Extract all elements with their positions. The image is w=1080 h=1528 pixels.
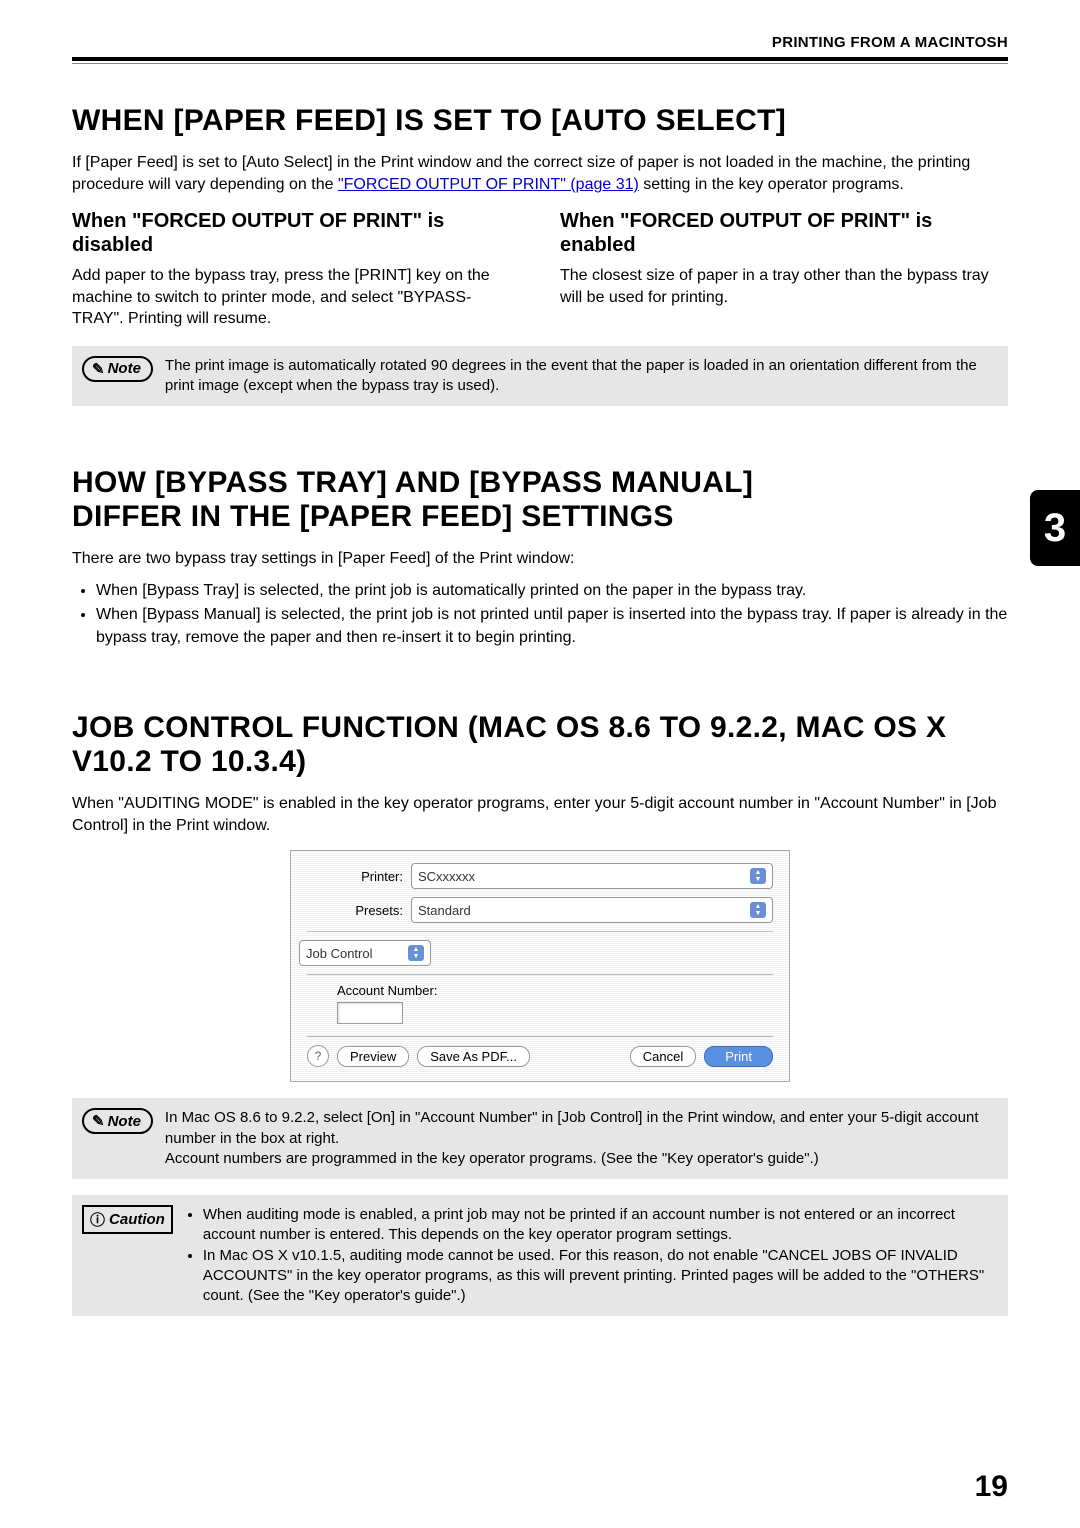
presets-row: Presets: Standard ▲▼: [307, 897, 773, 923]
rule-thin: [72, 63, 1008, 64]
section2-bullets: When [Bypass Tray] is selected, the prin…: [72, 580, 1008, 649]
note-box-1: ✎Note The print image is automatically r…: [72, 346, 1008, 407]
col-right-body: The closest size of paper in a tray othe…: [560, 265, 1008, 308]
printer-row: Printer: SCxxxxxx ▲▼: [307, 863, 773, 889]
account-number-label: Account Number:: [337, 983, 773, 998]
panel-value: Job Control: [306, 946, 372, 961]
page-header: PRINTING FROM A MACINTOSH: [72, 34, 1008, 57]
presets-label: Presets:: [307, 903, 403, 918]
note-box-2: ✎Note In Mac OS 8.6 to 9.2.2, select [On…: [72, 1098, 1008, 1179]
caution-text: When auditing mode is enabled, a print j…: [185, 1205, 998, 1306]
account-number-input[interactable]: [337, 1002, 403, 1024]
printer-combo[interactable]: SCxxxxxx ▲▼: [411, 863, 773, 889]
caution-icon: ⓘ: [90, 1209, 105, 1230]
note-label: Note: [108, 360, 141, 377]
updown-icon: ▲▼: [408, 945, 424, 961]
print-dialog: Printer: SCxxxxxx ▲▼ Presets: Standard ▲…: [290, 850, 790, 1082]
two-column-block: When "FORCED OUTPUT OF PRINT" is disable…: [72, 209, 1008, 330]
panel-row: Job Control ▲▼: [299, 940, 773, 966]
rule-thick: [72, 57, 1008, 61]
forced-output-link[interactable]: "FORCED OUTPUT OF PRINT" (page 31): [338, 176, 639, 193]
chapter-tab: 3: [1030, 490, 1080, 566]
help-button[interactable]: ?: [307, 1045, 329, 1067]
caution-bullet-2: In Mac OS X v10.1.5, auditing mode canno…: [203, 1246, 998, 1307]
section-title-3: JOB CONTROL FUNCTION (MAC OS 8.6 TO 9.2.…: [72, 711, 1008, 779]
page-number: 19: [975, 1470, 1008, 1504]
col-left-heading: When "FORCED OUTPUT OF PRINT" is disable…: [72, 209, 520, 257]
col-right-heading: When "FORCED OUTPUT OF PRINT" is enabled: [560, 209, 1008, 257]
section2-intro: There are two bypass tray settings in [P…: [72, 548, 1008, 570]
note-label: Note: [108, 1113, 141, 1130]
caution-bullet-1: When auditing mode is enabled, a print j…: [203, 1205, 998, 1246]
print-dialog-wrap: Printer: SCxxxxxx ▲▼ Presets: Standard ▲…: [72, 850, 1008, 1082]
caution-label: Caution: [109, 1211, 165, 1228]
caution-box: ⓘCaution When auditing mode is enabled, …: [72, 1195, 1008, 1316]
note-tag: ✎Note: [82, 1108, 153, 1134]
dialog-button-row: ? Preview Save As PDF... Cancel Print: [307, 1045, 773, 1067]
dialog-divider-2: [307, 974, 773, 975]
section-title-2: HOW [BYPASS TRAY] AND [BYPASS MANUAL] DI…: [72, 466, 852, 534]
cancel-button[interactable]: Cancel: [630, 1046, 696, 1067]
bullet-bypass-tray: When [Bypass Tray] is selected, the prin…: [96, 580, 1008, 602]
pencil-icon: ✎: [92, 360, 105, 378]
dialog-divider: [307, 931, 773, 932]
presets-combo[interactable]: Standard ▲▼: [411, 897, 773, 923]
note2-text: In Mac OS 8.6 to 9.2.2, select [On] in "…: [165, 1108, 998, 1169]
pencil-icon: ✎: [92, 1112, 105, 1130]
panel-combo[interactable]: Job Control ▲▼: [299, 940, 431, 966]
print-button[interactable]: Print: [704, 1046, 773, 1067]
note-tag: ✎Note: [82, 356, 153, 382]
bullet-bypass-manual: When [Bypass Manual] is selected, the pr…: [96, 604, 1008, 649]
updown-icon: ▲▼: [750, 902, 766, 918]
page: PRINTING FROM A MACINTOSH WHEN [PAPER FE…: [0, 0, 1080, 1528]
printer-value: SCxxxxxx: [418, 869, 475, 884]
updown-icon: ▲▼: [750, 868, 766, 884]
caution-tag: ⓘCaution: [82, 1205, 173, 1234]
presets-value: Standard: [418, 903, 471, 918]
dialog-divider-3: [307, 1036, 773, 1037]
section3-intro: When "AUDITING MODE" is enabled in the k…: [72, 793, 1008, 836]
col-right: When "FORCED OUTPUT OF PRINT" is enabled…: [560, 209, 1008, 330]
preview-button[interactable]: Preview: [337, 1046, 409, 1067]
col-left-body: Add paper to the bypass tray, press the …: [72, 265, 520, 330]
section1-intro: If [Paper Feed] is set to [Auto Select] …: [72, 152, 1008, 195]
col-left: When "FORCED OUTPUT OF PRINT" is disable…: [72, 209, 520, 330]
save-as-pdf-button[interactable]: Save As PDF...: [417, 1046, 530, 1067]
section-title-1: WHEN [PAPER FEED] IS SET TO [AUTO SELECT…: [72, 104, 1008, 138]
section1-intro-post: setting in the key operator programs.: [639, 176, 904, 193]
note1-text: The print image is automatically rotated…: [165, 356, 998, 397]
printer-label: Printer:: [307, 869, 403, 884]
